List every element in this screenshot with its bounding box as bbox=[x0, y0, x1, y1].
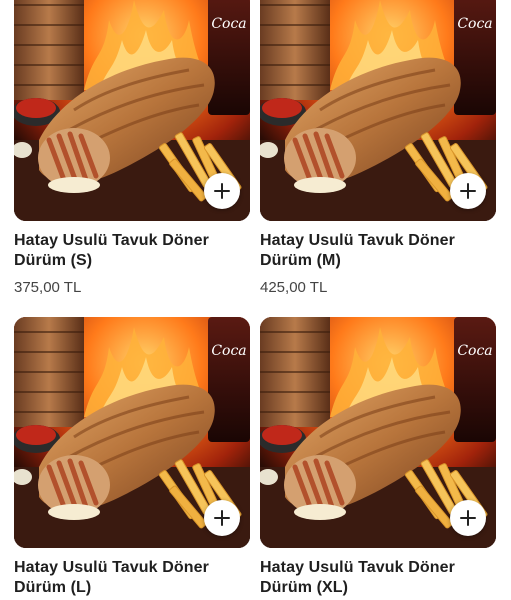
coca-cola-logo: Coca bbox=[457, 343, 492, 359]
product-card[interactable]: Coca Hatay Usulü Tavuk Döner Dürüm (M) 4… bbox=[260, 0, 496, 297]
product-card[interactable]: Coca Hatay Usulü Tavuk Döner Dürüm (L) bbox=[14, 317, 250, 600]
coca-cola-logo: Coca bbox=[211, 16, 246, 32]
product-name: Hatay Usulü Tavuk Döner Dürüm (M) bbox=[260, 232, 455, 269]
product-name: Hatay Usulü Tavuk Döner Dürüm (S) bbox=[14, 232, 209, 269]
product-name: Hatay Usulü Tavuk Döner Dürüm (XL) bbox=[260, 559, 455, 596]
product-price: 375,00 TL bbox=[14, 279, 82, 296]
coca-cola-logo: Coca bbox=[211, 343, 246, 359]
add-to-cart-button[interactable] bbox=[204, 500, 240, 536]
product-name: Hatay Usulü Tavuk Döner Dürüm (L) bbox=[14, 559, 209, 596]
coca-cola-logo: Coca bbox=[457, 16, 492, 32]
product-grid: Coca Hatay Usulü Tavuk Döner Dürüm (S) 3… bbox=[0, 0, 511, 600]
product-photo[interactable]: Coca bbox=[14, 317, 250, 548]
plus-icon bbox=[214, 183, 230, 199]
product-price: 425,00 TL bbox=[260, 279, 328, 296]
product-photo[interactable]: Coca bbox=[260, 0, 496, 221]
product-card[interactable]: Coca Hatay Usulü Tavuk Döner Dürüm (XL) bbox=[260, 317, 496, 600]
plus-icon bbox=[460, 510, 476, 526]
product-photo[interactable]: Coca bbox=[14, 0, 250, 221]
plus-icon bbox=[460, 183, 476, 199]
product-card[interactable]: Coca Hatay Usulü Tavuk Döner Dürüm (S) 3… bbox=[14, 0, 250, 297]
add-to-cart-button[interactable] bbox=[450, 500, 486, 536]
add-to-cart-button[interactable] bbox=[204, 173, 240, 209]
add-to-cart-button[interactable] bbox=[450, 173, 486, 209]
product-photo[interactable]: Coca bbox=[260, 317, 496, 548]
plus-icon bbox=[214, 510, 230, 526]
